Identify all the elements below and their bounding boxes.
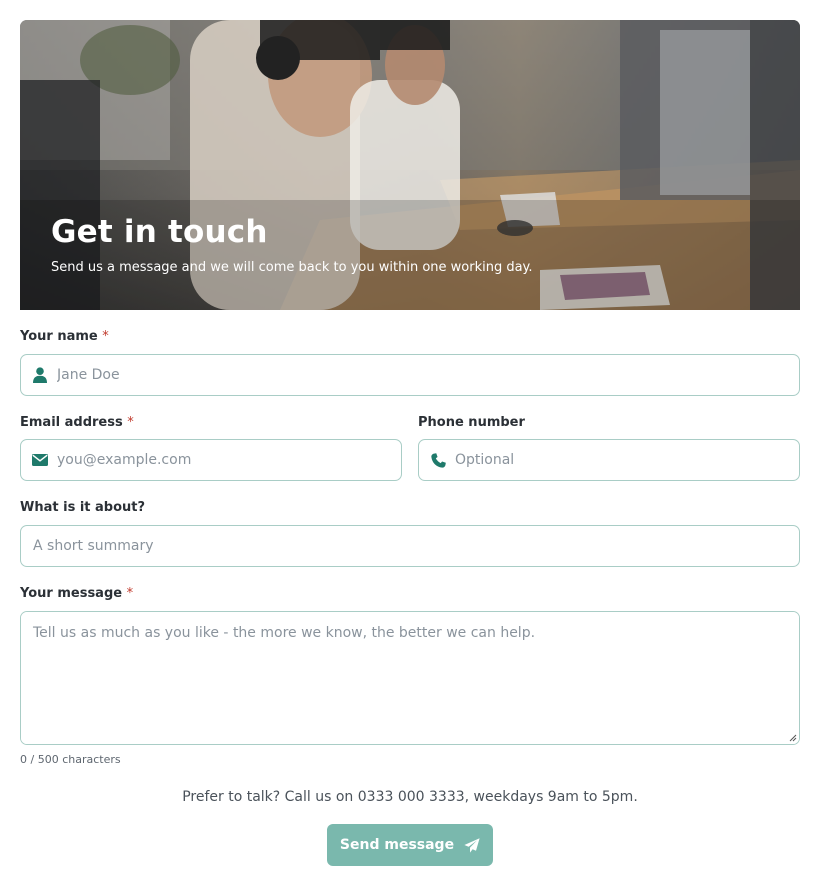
message-field[interactable] <box>20 611 800 745</box>
email-field[interactable] <box>20 439 402 481</box>
user-icon <box>21 355 57 395</box>
subject-label-text: What is it about? <box>20 500 146 515</box>
required-mark: * <box>126 586 134 601</box>
required-mark: * <box>127 415 134 430</box>
phone-label: Phone number <box>418 415 525 430</box>
paper-plane-icon <box>464 837 480 853</box>
message-label: Your message * <box>20 586 133 601</box>
email-label-text: Email address <box>20 415 123 430</box>
phone-field[interactable] <box>418 439 800 481</box>
subject-field[interactable] <box>20 525 800 567</box>
phone-icon <box>419 440 455 480</box>
email-input[interactable] <box>57 440 401 480</box>
hero-text: Get in touch Send us a message and we wi… <box>51 213 533 276</box>
send-message-label: Send message <box>339 837 455 853</box>
phone-contact-note: Prefer to talk? Call us on 0333 000 3333… <box>182 789 638 805</box>
subject-label: What is it about? <box>20 500 145 515</box>
required-mark: * <box>102 329 109 344</box>
name-label-text: Your name <box>20 329 98 344</box>
character-counter: 0 / 500 characters <box>20 753 121 766</box>
phone-input[interactable] <box>455 440 799 480</box>
email-label: Email address * <box>20 415 134 430</box>
phone-label-text: Phone number <box>418 415 525 430</box>
hero-banner: Get in touch Send us a message and we wi… <box>20 20 800 310</box>
message-textarea[interactable] <box>21 612 799 744</box>
message-label-text: Your message <box>20 586 123 601</box>
page-subtitle: Send us a message and we will come back … <box>51 260 533 275</box>
name-label: Your name * <box>20 329 109 344</box>
envelope-icon <box>21 440 57 480</box>
subject-input[interactable] <box>21 526 799 566</box>
page-title: Get in touch <box>51 214 268 250</box>
name-field[interactable] <box>20 354 800 396</box>
name-input[interactable] <box>57 355 799 395</box>
send-message-button[interactable]: Send message <box>327 824 493 866</box>
resize-handle-icon[interactable] <box>787 732 797 742</box>
